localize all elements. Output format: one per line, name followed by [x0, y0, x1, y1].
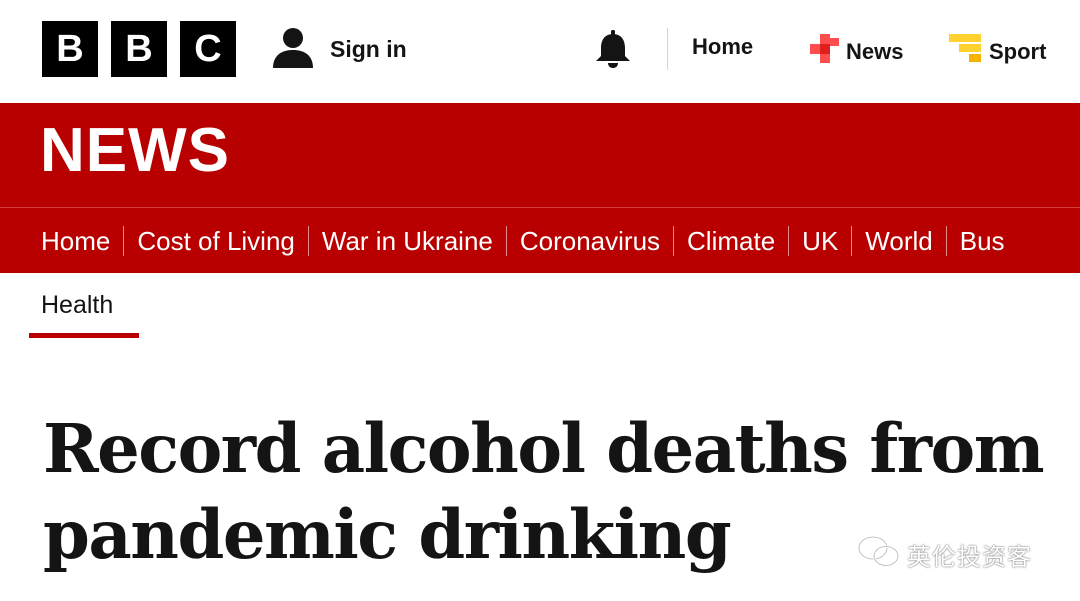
news-nav-uk[interactable]: UK [789, 221, 851, 261]
headline-line: pandemic drinking [43, 495, 732, 574]
top-nav-sport[interactable]: Sport [949, 34, 1046, 70]
user-icon [270, 24, 316, 75]
top-nav-news[interactable]: News [808, 34, 903, 70]
news-banner-header: NEWS [0, 103, 1080, 207]
top-nav-label: Home [692, 34, 754, 59]
bbc-logo-letter: C [194, 28, 222, 70]
notifications-bell-icon[interactable] [594, 29, 632, 69]
wechat-icon [857, 535, 901, 574]
section-tab-label: Health [41, 291, 114, 319]
bbc-logo-block: B [42, 21, 98, 77]
sport-icon [949, 34, 983, 70]
top-nav-label: News [846, 39, 904, 64]
bbc-logo-letter: B [56, 28, 84, 70]
bbc-logo-letter: B [125, 28, 153, 70]
sign-in-label: Sign in [330, 36, 407, 62]
news-wordmark[interactable]: NEWS [40, 120, 230, 182]
section-tab-underline [29, 333, 139, 338]
watermark-text: 英伦投资客 [907, 543, 1032, 571]
top-nav-label: Sport [989, 39, 1047, 64]
bbc-logo[interactable]: B B C [42, 21, 236, 77]
top-divider [667, 28, 668, 70]
news-icon [808, 34, 840, 70]
news-nav-cost-of-living[interactable]: Cost of Living [124, 221, 308, 261]
sign-in-link[interactable]: Sign in [270, 24, 407, 75]
news-banner: NEWS Home Cost of Living War in Ukraine … [0, 103, 1080, 273]
news-nav-home[interactable]: Home [41, 221, 123, 261]
news-nav-coronavirus[interactable]: Coronavirus [507, 221, 673, 261]
top-nav-home[interactable]: Home [692, 34, 753, 60]
news-nav-war-in-ukraine[interactable]: War in Ukraine [309, 221, 506, 261]
headline-line: Record alcohol deaths from [43, 409, 1045, 488]
bbc-logo-block: C [180, 21, 236, 77]
news-nav-world[interactable]: World [852, 221, 945, 261]
news-nav-climate[interactable]: Climate [674, 221, 788, 261]
news-banner-divider [0, 207, 1080, 208]
watermark: 英伦投资客 [857, 535, 1032, 574]
bbc-logo-block: B [111, 21, 167, 77]
top-bar: B B C Sign in Home News Sport [0, 0, 1080, 103]
news-section-nav: Home Cost of Living War in Ukraine Coron… [41, 221, 1018, 261]
news-nav-business[interactable]: Bus [947, 221, 1018, 261]
section-tab-health[interactable]: Health [29, 288, 139, 338]
